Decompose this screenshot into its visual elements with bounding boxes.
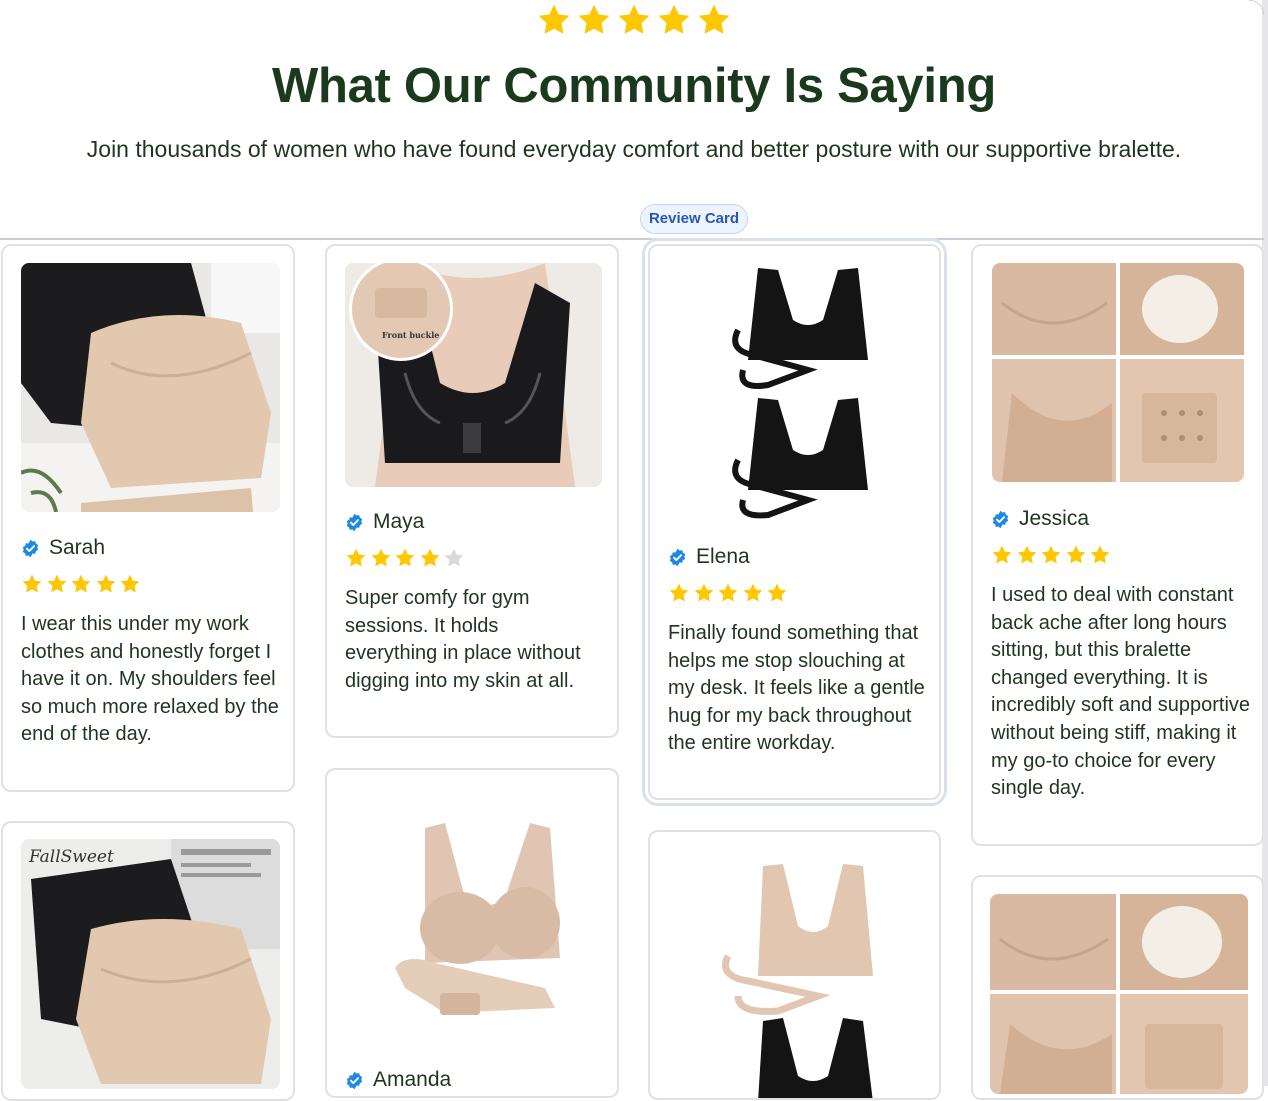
reviewer: Jessica <box>991 506 1089 532</box>
star-icon <box>47 574 66 593</box>
star-icon <box>718 583 738 602</box>
star-icon <box>669 583 689 602</box>
reviewer: Maya <box>345 509 424 535</box>
section-title: What Our Community Is Saying <box>272 59 996 113</box>
star-icon <box>694 583 713 602</box>
hero-rating-stars <box>0 2 1268 43</box>
star-icon <box>658 4 690 34</box>
review-card[interactable]: Front buckle Maya Super comfy for gym se… <box>325 244 619 738</box>
review-rating <box>345 547 468 569</box>
star-icon <box>618 4 650 34</box>
star-icon <box>743 583 762 602</box>
reviewer: Elena <box>668 544 750 570</box>
product-photo <box>21 263 280 512</box>
verified-badge-icon <box>669 548 686 566</box>
star-icon <box>71 574 91 593</box>
product-photo: FallSweet <box>21 839 280 1089</box>
star-icon <box>1017 545 1036 564</box>
reviewer-name: Sarah <box>49 536 106 559</box>
star-icon <box>578 4 610 34</box>
selected-element-label: Review Card <box>640 204 748 234</box>
review-card-selected[interactable]: Elena Finally found something that helps… <box>642 238 947 806</box>
product-photo <box>990 894 1248 1094</box>
review-rating <box>21 573 144 595</box>
review-text: I used to deal with constant back ache a… <box>991 584 1251 800</box>
product-photo <box>668 260 925 522</box>
verified-badge-icon <box>346 513 363 531</box>
reviewer-name: Elena <box>696 545 750 568</box>
review-card[interactable]: Amanda <box>325 768 619 1098</box>
star-icon <box>420 548 439 567</box>
image-caption: Front buckle <box>382 330 440 340</box>
verified-badge-icon <box>992 510 1009 528</box>
star-icon <box>1066 545 1085 564</box>
review-rating <box>668 582 791 604</box>
reviewer-name: Amanda <box>373 1068 452 1091</box>
verified-badge-icon <box>346 1071 363 1089</box>
review-rating <box>991 544 1114 566</box>
review-text: I wear this under my work clothes and ho… <box>21 613 279 746</box>
product-photo <box>992 263 1244 482</box>
review-text: Super comfy for gym sessions. It holds e… <box>345 587 581 692</box>
product-photo <box>345 788 602 1048</box>
star-icon <box>120 574 140 593</box>
star-icon <box>371 548 390 567</box>
product-photo: Front buckle <box>345 263 602 487</box>
star-icon <box>1041 545 1061 564</box>
reviewer: Sarah <box>21 535 105 561</box>
review-card[interactable]: Jessica I used to deal with constant bac… <box>971 244 1264 846</box>
star-icon <box>22 574 42 593</box>
star-icon <box>992 545 1012 564</box>
star-icon <box>96 574 115 593</box>
star-icon <box>538 4 570 34</box>
verified-badge-icon <box>22 539 39 557</box>
star-icon <box>346 548 366 567</box>
reviewer: Amanda <box>345 1067 451 1093</box>
review-card[interactable] <box>971 875 1264 1100</box>
review-card[interactable]: FallSweet <box>1 821 295 1101</box>
brand-logo: FallSweet <box>29 847 114 867</box>
star-icon <box>395 548 415 567</box>
review-card[interactable] <box>648 830 941 1100</box>
selection-guide-line <box>0 238 1264 240</box>
reviewer-name: Maya <box>373 510 425 533</box>
product-photo <box>668 846 925 1098</box>
reviewer-name: Jessica <box>1019 507 1090 530</box>
review-card[interactable]: Sarah I wear this under my work clothes … <box>1 244 295 792</box>
review-text: Finally found something that helps me st… <box>668 622 925 755</box>
star-icon <box>1090 545 1110 564</box>
star-icon <box>698 4 730 34</box>
section-subtitle: Join thousands of women who have found e… <box>86 136 1182 162</box>
star-empty-icon <box>444 548 464 567</box>
star-icon <box>767 583 787 602</box>
